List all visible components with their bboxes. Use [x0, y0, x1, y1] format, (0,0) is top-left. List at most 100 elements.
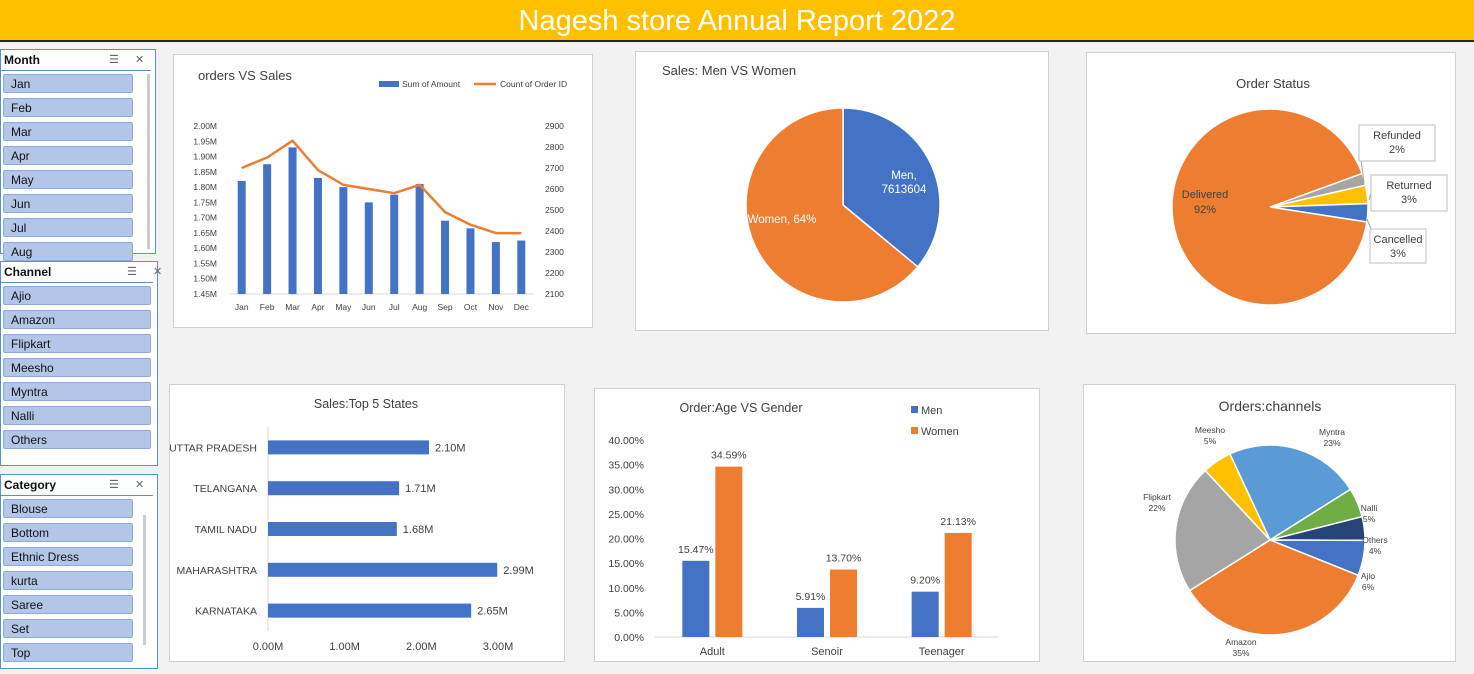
y2-tick-label: 2500: [545, 205, 564, 215]
slicer-item-kurta[interactable]: kurta: [3, 571, 133, 590]
x-tick-label: 3.00M: [483, 641, 514, 653]
slicer-item-myntra[interactable]: Myntra: [3, 382, 151, 401]
x-tick-label: Dec: [514, 302, 530, 312]
y-tick-label: 5.00%: [614, 607, 644, 619]
bar-telangana: [268, 481, 400, 496]
slice-value-amazon: 35%: [1232, 648, 1249, 658]
channel-slicer-header: Channel ☰ ✕: [1, 262, 162, 283]
x-tick-label: 1.00M: [329, 641, 360, 653]
y2-tick-label: 2800: [545, 142, 564, 152]
x-tick-label: 0.00M: [253, 641, 284, 653]
slicer-item-bottom[interactable]: Bottom: [3, 523, 133, 542]
multi-select-icon[interactable]: ☰: [109, 53, 119, 66]
y2-tick-label: 2300: [545, 247, 564, 257]
slicer-item-jul[interactable]: Jul: [3, 218, 133, 237]
legend-label: Count of Order ID: [500, 79, 567, 89]
category-label: TAMIL NADU: [195, 524, 257, 536]
slice-value-ajio: 6%: [1362, 582, 1375, 592]
y2-tick-label: 2900: [545, 121, 564, 131]
month-slicer-header: Month ☰ ✕: [1, 50, 151, 71]
data-label: 2.10M: [435, 442, 466, 454]
legend-swatch-sum-of-amount: [379, 81, 399, 87]
slicer-item-feb[interactable]: Feb: [3, 98, 133, 117]
legend-swatch-men: [911, 406, 918, 413]
callout-label-returned: Returned: [1386, 180, 1431, 192]
multi-select-icon[interactable]: ☰: [109, 478, 119, 491]
slicer-item-meesho[interactable]: Meesho: [3, 358, 151, 377]
chart-title: Sales: Men VS Women: [662, 63, 796, 78]
x-tick-label: Nov: [488, 302, 504, 312]
slicer-item-ajio[interactable]: Ajio: [3, 286, 151, 305]
y-tick-label: 40.00%: [608, 435, 644, 447]
x-tick-label: 2.00M: [406, 641, 437, 653]
slicer-item-others[interactable]: Others: [3, 430, 151, 449]
data-label: 2.99M: [503, 565, 534, 577]
slicer-item-aug[interactable]: Aug: [3, 242, 133, 261]
bar-senoir-men: [797, 607, 824, 637]
y-tick-label: 1.90M: [193, 152, 217, 162]
slicer-item-set[interactable]: Set: [3, 619, 133, 638]
y2-tick-label: 2700: [545, 163, 564, 173]
slice-label-ajio: Ajio: [1361, 571, 1375, 581]
slice-value-others: 4%: [1369, 546, 1382, 556]
y-tick-label: 1.80M: [193, 182, 217, 192]
slicer-item-mar[interactable]: Mar: [3, 122, 133, 141]
order-status-chart: Order Status Refunded 2% Returned 3% Cancelle…: [1171, 76, 1448, 306]
chart-title: Sales:Top 5 States: [314, 397, 418, 411]
order-status-card: Order Status Refunded 2% Returned 3% Cancelle…: [1086, 52, 1456, 334]
legend-label: Men: [921, 405, 942, 417]
y-tick-label: 1.75M: [193, 197, 217, 207]
slicer-item-ethnic-dress[interactable]: Ethnic Dress: [3, 547, 133, 566]
category-slicer: Category ☰ ✕ Blouse Bottom Ethnic Dress kurta S…: [0, 474, 158, 669]
men-vs-women-card: Sales: Men VS Women Men, 7613604 Women, 64%: [635, 51, 1049, 331]
y-tick-label: 1.50M: [193, 274, 217, 284]
y-tick-label: 2.00M: [193, 121, 217, 131]
y-tick-label: 30.00%: [608, 484, 644, 496]
slicer-item-top[interactable]: Top: [3, 643, 133, 662]
month-slicer: Month ☰ ✕ Jan Feb Mar Apr May Jun Jul Aug: [0, 49, 156, 261]
slicer-item-jun[interactable]: Jun: [3, 194, 133, 213]
month-slicer-title: Month: [4, 53, 40, 67]
y-tick-label: 25.00%: [608, 509, 644, 521]
month-slicer-scrollbar[interactable]: [147, 74, 150, 249]
y2-tick-label: 2200: [545, 268, 564, 278]
chart-title: Order:Age VS Gender: [680, 401, 803, 415]
slice-label-women: Women, 64%: [748, 214, 817, 226]
slicer-item-nalli[interactable]: Nalli: [3, 406, 151, 425]
bar-tamil-nadu: [268, 522, 397, 536]
chart-title: orders VS Sales: [198, 68, 292, 83]
bar-uttar-pradesh: [268, 440, 429, 455]
orders-vs-sales-card: orders VS Sales Sum of Amount Count of Ord…: [173, 54, 593, 328]
slicer-item-flipkart[interactable]: Flipkart: [3, 334, 151, 353]
clear-filter-icon[interactable]: ✕: [135, 478, 144, 491]
bar-mar: [288, 147, 297, 294]
slicer-item-blouse[interactable]: Blouse: [3, 499, 133, 518]
callout-value-refunded: 2%: [1389, 144, 1405, 156]
top-states-chart: Sales:Top 5 States UTTAR PRADESH 2.10M TELA…: [169, 397, 534, 653]
slicer-item-jan[interactable]: Jan: [3, 74, 133, 93]
orders-channels-chart: Orders:channelsMyntra23%Nalli5%Others4%A…: [1143, 398, 1388, 658]
legend-swatch-women: [911, 427, 918, 434]
multi-select-icon[interactable]: ☰: [127, 265, 137, 278]
data-label: 1.71M: [405, 483, 436, 495]
bar-nov: [491, 242, 500, 294]
slicer-item-saree[interactable]: Saree: [3, 595, 133, 614]
x-tick-label: May: [335, 302, 352, 312]
data-label: 9.20%: [910, 575, 940, 587]
callout-value-returned: 3%: [1401, 194, 1417, 206]
x-tick-label: Jul: [389, 302, 400, 312]
y-tick-label: 1.45M: [193, 289, 217, 299]
y2-tick-label: 2600: [545, 184, 564, 194]
category-slicer-header: Category ☰ ✕: [1, 475, 153, 496]
bar-may: [339, 187, 348, 294]
y2-tick-label: 2100: [545, 289, 564, 299]
category-slicer-scrollbar[interactable]: [143, 515, 146, 645]
y2-tick-label: 2400: [545, 226, 564, 236]
slicer-item-amazon[interactable]: Amazon: [3, 310, 151, 329]
orders-count-line: [241, 139, 522, 235]
slicer-item-apr[interactable]: Apr: [3, 146, 133, 165]
clear-filter-icon[interactable]: ✕: [135, 53, 144, 66]
data-label: 2.65M: [477, 606, 508, 618]
slicer-item-may[interactable]: May: [3, 170, 133, 189]
clear-filter-icon[interactable]: ✕: [153, 265, 162, 278]
